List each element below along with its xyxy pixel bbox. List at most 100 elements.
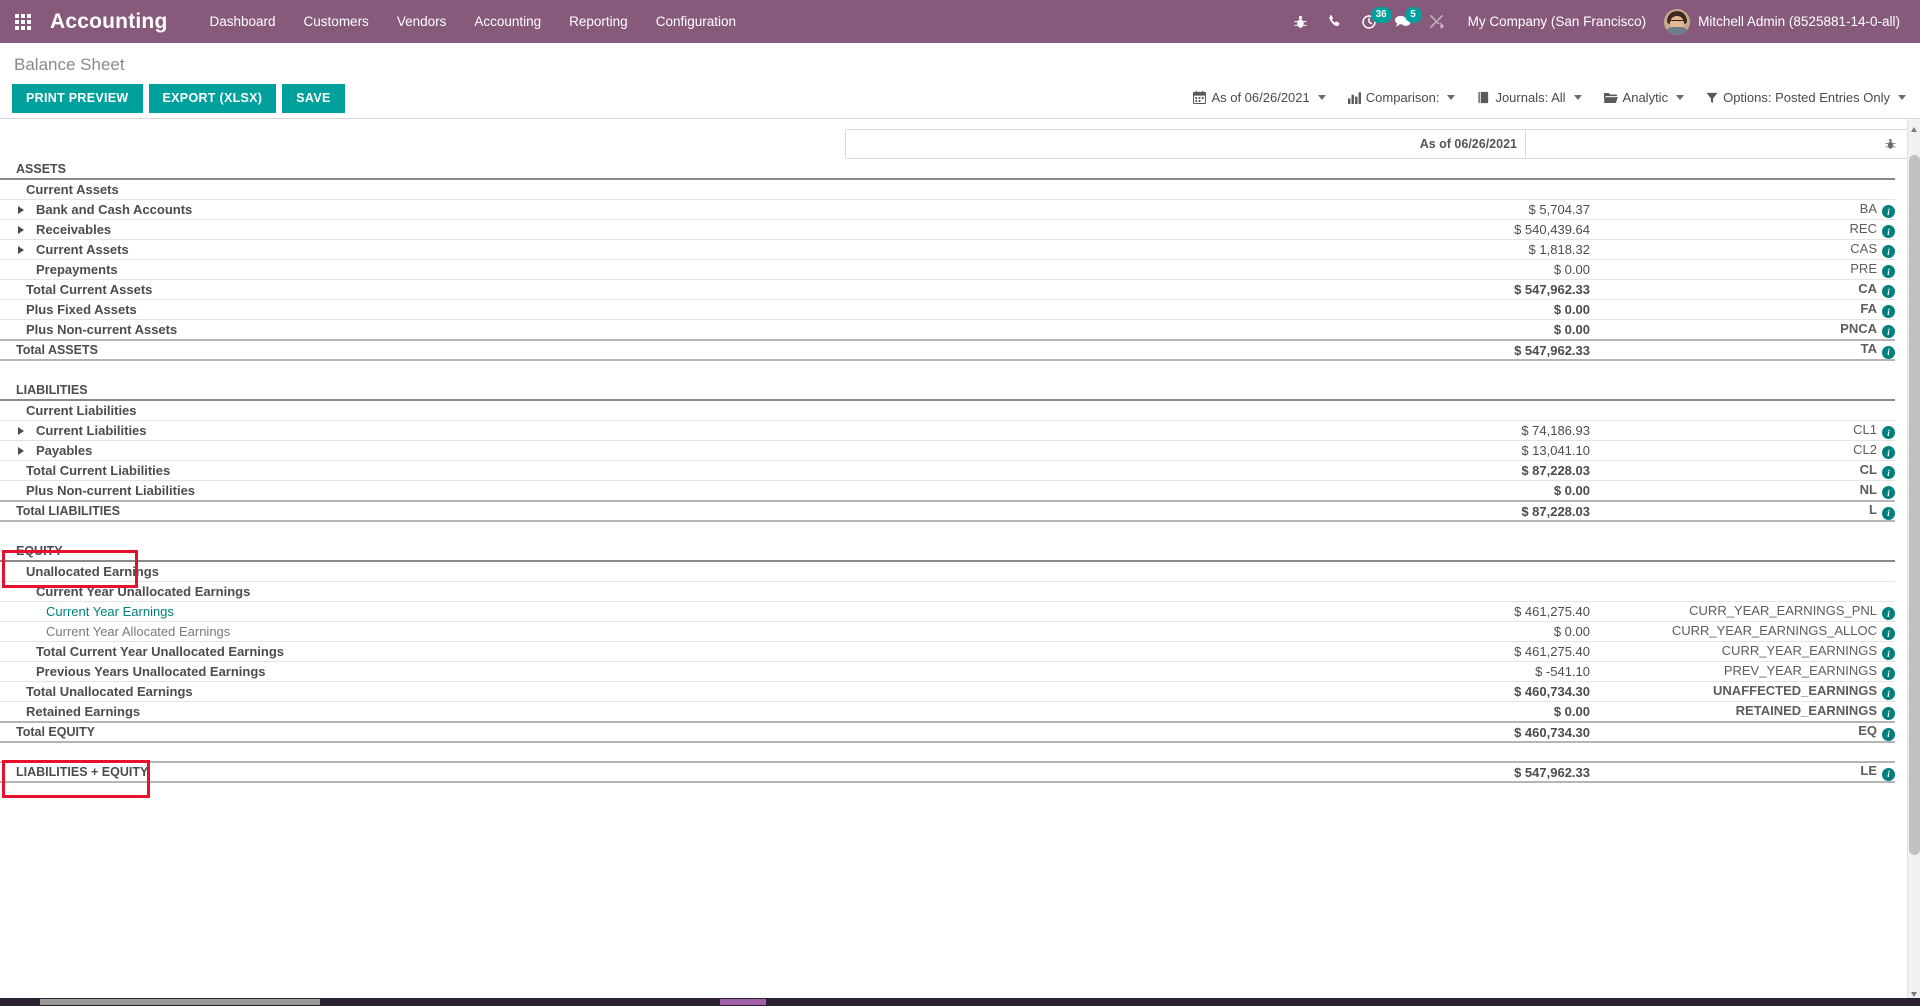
table-row[interactable]: Current Year Unallocated Earnings bbox=[0, 581, 1895, 602]
scroll-down-icon[interactable] bbox=[1911, 992, 1917, 997]
info-icon[interactable]: i bbox=[1882, 285, 1895, 299]
row-code bbox=[1590, 541, 1895, 562]
wrench-tools-icon[interactable] bbox=[1420, 0, 1454, 43]
menu-item-vendors[interactable]: Vendors bbox=[383, 0, 461, 43]
row-value: $ 0.00 bbox=[1150, 299, 1590, 320]
table-row[interactable]: Plus Non-current Assets $ 0.00 PNCA i bbox=[0, 319, 1895, 341]
row-label[interactable]: Current Year Earnings bbox=[46, 604, 174, 619]
options-filter[interactable]: Options: Posted Entries Only bbox=[1706, 90, 1906, 105]
table-row[interactable]: Retained Earnings $ 0.00 RETAINED_EARNINGS… bbox=[0, 701, 1895, 723]
expand-caret-icon[interactable] bbox=[18, 245, 24, 254]
menu-item-configuration[interactable]: Configuration bbox=[642, 0, 750, 43]
journals-filter[interactable]: Journals: All bbox=[1477, 90, 1582, 105]
table-row[interactable]: LIABILITIES bbox=[0, 380, 1895, 401]
row-code-text: PNCA bbox=[1840, 320, 1877, 336]
menu-item-reporting[interactable]: Reporting bbox=[555, 0, 642, 43]
scroll-up-icon[interactable] bbox=[1911, 127, 1917, 132]
row-value bbox=[1150, 360, 1590, 380]
table-row[interactable]: Current Year Earnings $ 461,275.40 CURR_YE… bbox=[0, 601, 1895, 622]
table-row[interactable]: Bank and Cash Accounts $ 5,704.37 BA i bbox=[0, 199, 1895, 220]
scrollbar-thumb[interactable] bbox=[1909, 155, 1920, 855]
table-row[interactable]: Total Current Assets $ 547,962.33 CA i bbox=[0, 279, 1895, 300]
expand-caret-icon[interactable] bbox=[18, 446, 24, 455]
table-row[interactable]: Prepayments $ 0.00 PRE i bbox=[0, 259, 1895, 280]
info-icon[interactable]: i bbox=[1882, 466, 1895, 480]
header-bug-icon[interactable] bbox=[1526, 137, 1907, 151]
info-icon[interactable]: i bbox=[1882, 325, 1895, 339]
table-row[interactable]: EQUITY bbox=[0, 541, 1895, 562]
table-row[interactable]: Previous Years Unallocated Earnings $ -54… bbox=[0, 661, 1895, 682]
expand-caret-icon[interactable] bbox=[18, 205, 24, 214]
table-row[interactable]: Current Liabilities bbox=[0, 400, 1895, 421]
row-label: Current Assets bbox=[26, 182, 119, 197]
table-row[interactable]: Plus Non-current Liabilities $ 0.00 NL i bbox=[0, 480, 1895, 502]
table-row[interactable]: ASSETS bbox=[0, 159, 1895, 180]
info-icon[interactable]: i bbox=[1882, 345, 1895, 359]
messages-icon[interactable]: 5 bbox=[1386, 0, 1422, 43]
info-icon[interactable]: i bbox=[1882, 486, 1895, 500]
row-code bbox=[1590, 561, 1895, 582]
info-icon[interactable]: i bbox=[1882, 426, 1895, 440]
comparison-filter[interactable]: Comparison: bbox=[1347, 90, 1456, 105]
info-icon[interactable]: i bbox=[1882, 687, 1895, 701]
activity-clock-icon[interactable]: 36 bbox=[1352, 0, 1392, 43]
vertical-scrollbar[interactable] bbox=[1907, 119, 1920, 1005]
info-icon[interactable]: i bbox=[1882, 225, 1895, 239]
table-row[interactable]: Total Unallocated Earnings $ 460,734.30 UN… bbox=[0, 681, 1895, 702]
date-filter[interactable]: As of 06/26/2021 bbox=[1193, 90, 1326, 105]
menu-item-customers[interactable]: Customers bbox=[290, 0, 383, 43]
export-xlsx-button[interactable]: EXPORT (XLSX) bbox=[148, 84, 277, 113]
table-row[interactable]: Receivables $ 540,439.64 REC i bbox=[0, 219, 1895, 240]
row-label: Receivables bbox=[36, 222, 112, 237]
info-icon[interactable]: i bbox=[1882, 305, 1895, 319]
table-row[interactable]: Total Current Year Unallocated Earnings $… bbox=[0, 641, 1895, 662]
info-icon[interactable]: i bbox=[1882, 647, 1895, 661]
report-scroll-area[interactable]: As of 06/26/2021 ASSETS Current Assets Ban… bbox=[0, 119, 1920, 1005]
row-code-text: CURR_YEAR_EARNINGS bbox=[1721, 642, 1877, 658]
menu-item-dashboard[interactable]: Dashboard bbox=[196, 0, 290, 43]
info-icon[interactable]: i bbox=[1882, 265, 1895, 279]
info-icon[interactable]: i bbox=[1882, 627, 1895, 641]
company-switcher[interactable]: My Company (San Francisco) bbox=[1454, 14, 1661, 29]
table-row[interactable]: Total ASSETS $ 547,962.33 TA i bbox=[0, 339, 1895, 361]
table-row[interactable]: Total LIABILITIES $ 87,228.03 Li bbox=[0, 500, 1895, 522]
print-preview-button[interactable]: PRINT PREVIEW bbox=[12, 84, 143, 113]
table-row[interactable]: Current Year Allocated Earnings $ 0.00 CUR… bbox=[0, 621, 1895, 642]
info-icon[interactable]: i bbox=[1882, 607, 1895, 621]
bug-icon[interactable] bbox=[1284, 0, 1318, 43]
save-button[interactable]: SAVE bbox=[282, 84, 345, 113]
info-icon[interactable]: i bbox=[1882, 506, 1895, 520]
table-row[interactable]: Current Assets bbox=[0, 179, 1895, 200]
phone-icon[interactable] bbox=[1318, 0, 1352, 43]
table-row[interactable]: Current Liabilities $ 74,186.93 CL1 i bbox=[0, 420, 1895, 441]
menu-item-accounting[interactable]: Accounting bbox=[460, 0, 555, 43]
analytic-filter[interactable]: Analytic bbox=[1603, 90, 1685, 105]
row-code-text: TA bbox=[1860, 341, 1877, 357]
table-row[interactable]: Total EQUITY $ 460,734.30 EQ i bbox=[0, 721, 1895, 743]
info-icon[interactable]: i bbox=[1882, 767, 1895, 781]
row-code-text: CURR_YEAR_EARNINGS_ALLOC bbox=[1671, 622, 1877, 638]
app-brand[interactable]: Accounting bbox=[46, 10, 196, 34]
table-row[interactable]: Unallocated Earnings bbox=[0, 561, 1895, 582]
row-code: Li bbox=[1590, 500, 1895, 522]
table-row[interactable]: LIABILITIES + EQUITY $ 547,962.33 LE i bbox=[0, 761, 1895, 783]
apps-menu-toggle[interactable] bbox=[0, 0, 46, 43]
info-icon[interactable]: i bbox=[1882, 245, 1895, 259]
info-icon[interactable]: i bbox=[1882, 707, 1895, 721]
info-icon[interactable]: i bbox=[1882, 446, 1895, 460]
info-icon[interactable]: i bbox=[1882, 667, 1895, 681]
info-icon[interactable]: i bbox=[1882, 205, 1895, 219]
table-row[interactable]: Plus Fixed Assets $ 0.00 FA i bbox=[0, 299, 1895, 320]
row-label: Current Assets bbox=[36, 242, 129, 257]
expand-caret-icon[interactable] bbox=[18, 426, 24, 435]
table-row[interactable]: Payables $ 13,041.10 CL2 i bbox=[0, 440, 1895, 461]
table-row[interactable]: Total Current Liabilities $ 87,228.03 CL i bbox=[0, 460, 1895, 481]
table-row[interactable]: Current Assets $ 1,818.32 CAS i bbox=[0, 239, 1895, 260]
row-label: Plus Fixed Assets bbox=[26, 302, 137, 317]
user-menu[interactable]: Mitchell Admin (8525881-14-0-all) bbox=[1660, 8, 1910, 35]
info-icon[interactable]: i bbox=[1882, 727, 1895, 741]
row-code: CURR_YEAR_EARNINGS i bbox=[1590, 641, 1895, 662]
expand-caret-icon[interactable] bbox=[18, 225, 24, 234]
table-row bbox=[0, 742, 1895, 762]
row-value: $ 13,041.10 bbox=[1150, 440, 1590, 461]
